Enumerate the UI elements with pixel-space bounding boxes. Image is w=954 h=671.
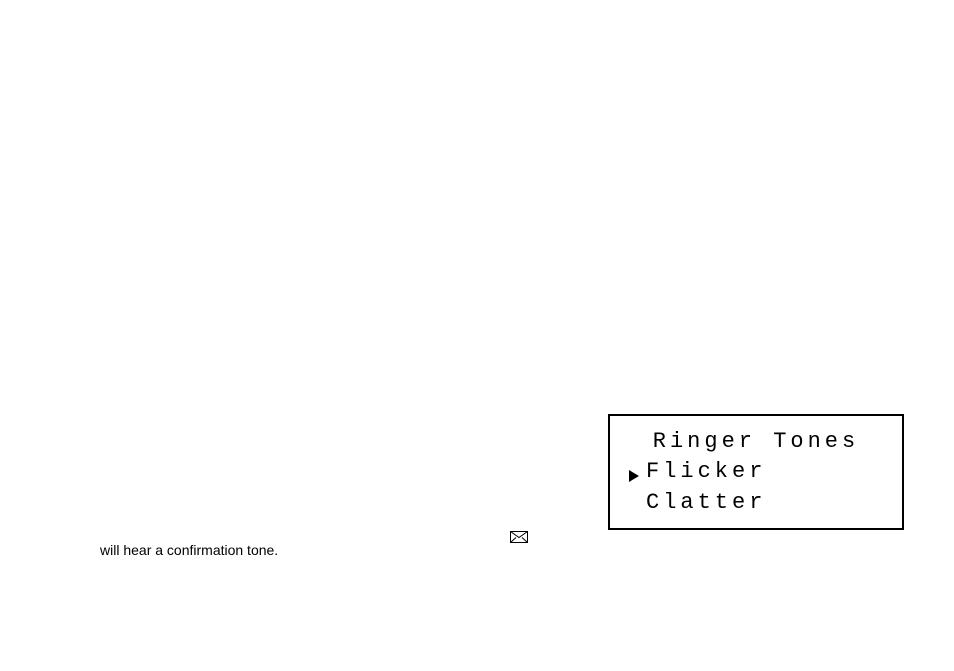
lcd-item-label: Flicker: [646, 459, 766, 484]
lcd-screen: Ringer Tones Flicker Clatter: [608, 414, 904, 530]
lcd-item-clatter[interactable]: Clatter: [624, 490, 888, 515]
lcd-item-label: Clatter: [646, 490, 766, 515]
lcd-title: Ringer Tones: [624, 429, 888, 454]
confirmation-text: will hear a confirmation tone.: [100, 542, 278, 558]
lcd-item-flicker[interactable]: Flicker: [624, 459, 888, 484]
pointer-right-icon: [628, 465, 640, 479]
envelope-icon: [510, 530, 528, 542]
